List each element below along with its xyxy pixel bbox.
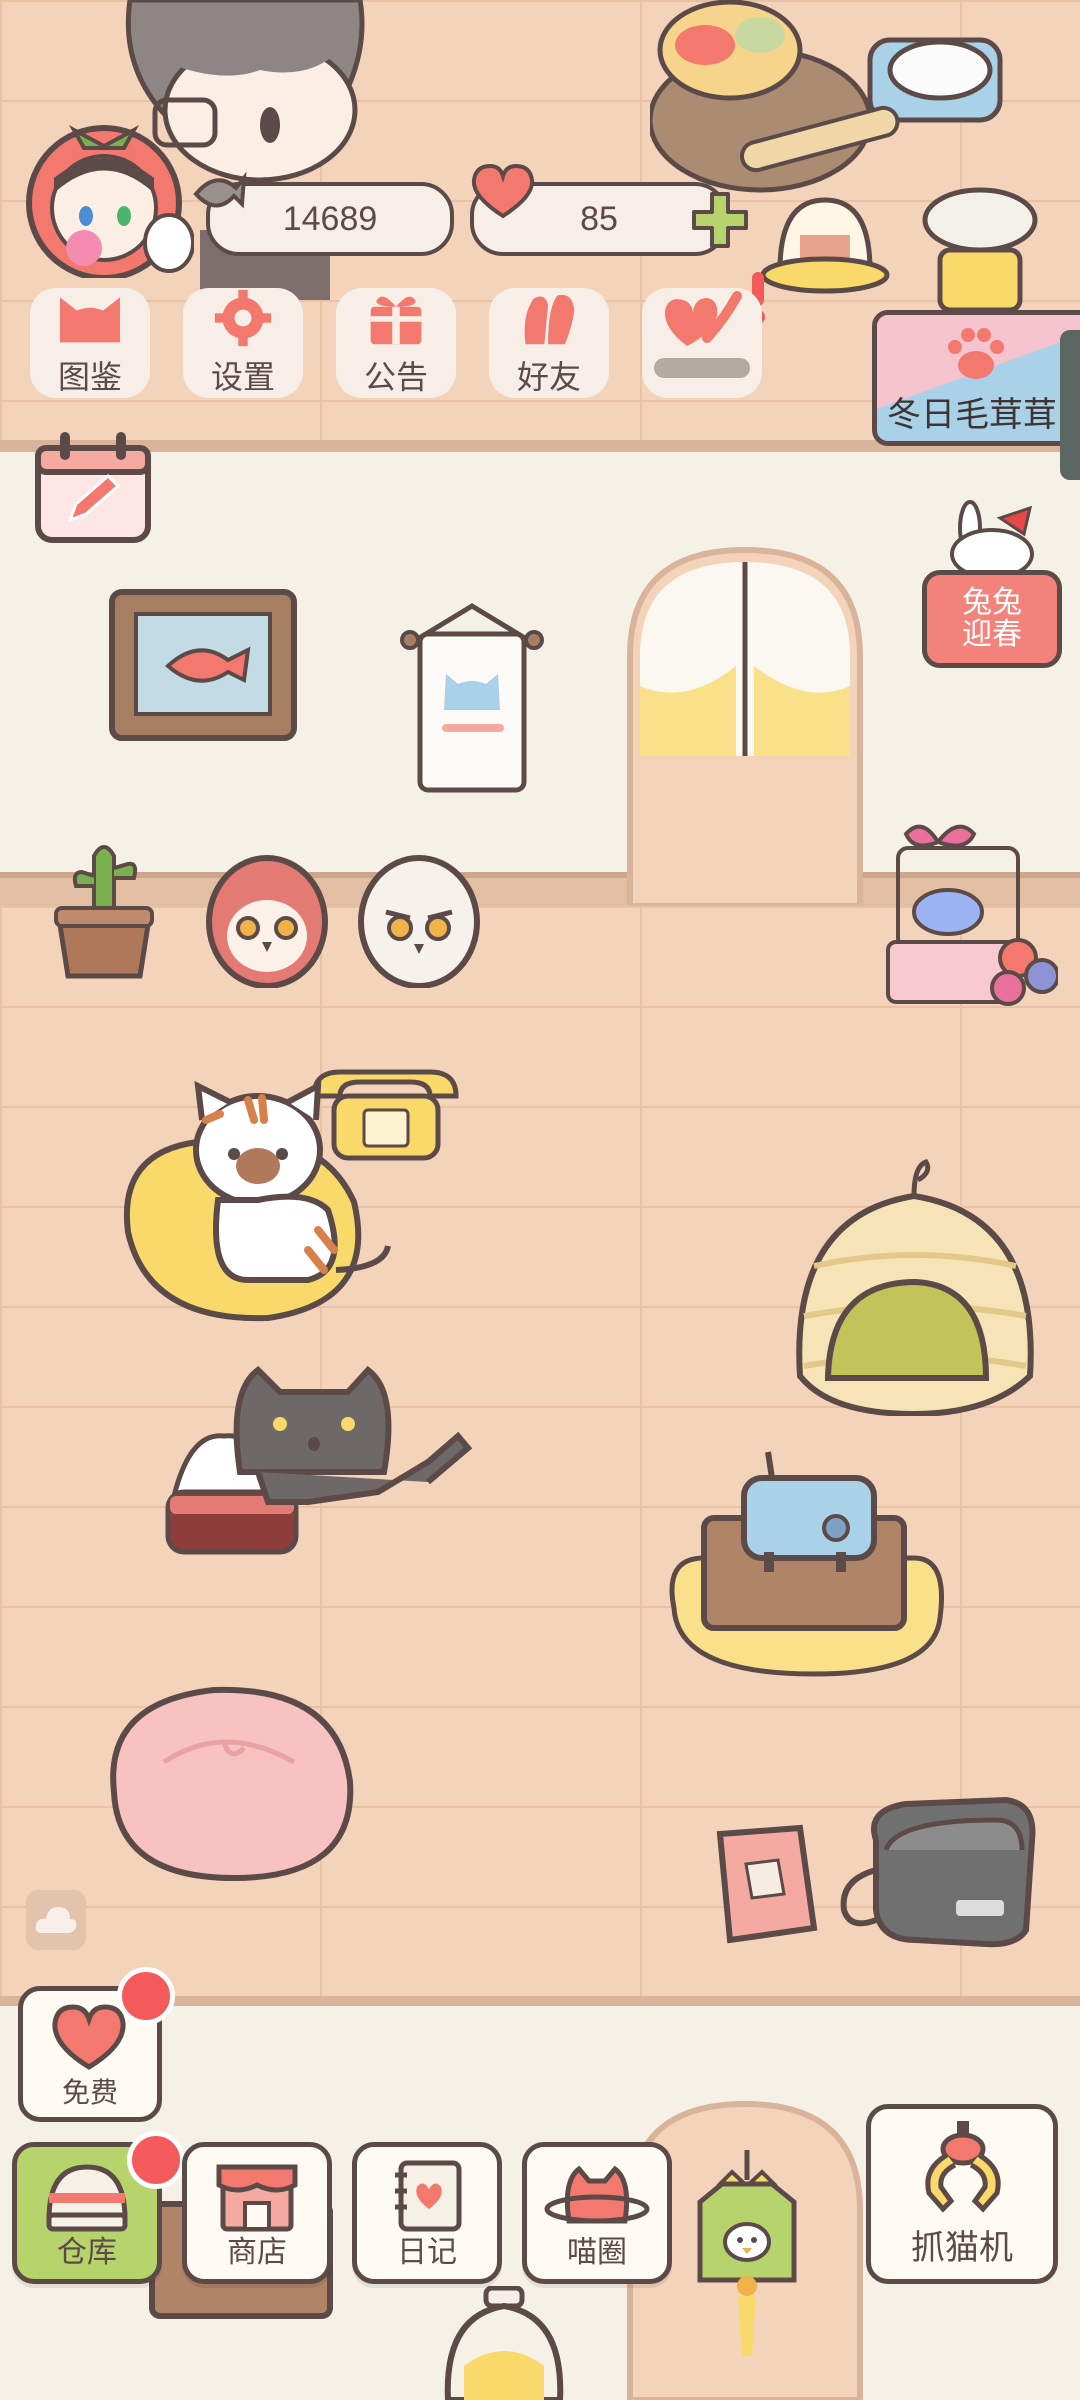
bunny-icon: [950, 500, 1034, 578]
curtained-doorway[interactable]: [626, 546, 864, 906]
menu-hearts-button[interactable]: [642, 288, 762, 398]
gift-icon: [370, 296, 422, 345]
claw-machine-label: 抓猫机: [911, 2229, 1013, 2267]
nav-shop-label: 商店: [227, 2236, 287, 2269]
menu-encyclopedia-button[interactable]: 图鉴: [30, 288, 150, 398]
shop-icon: [216, 2164, 298, 2232]
diary-icon: [395, 2160, 462, 2232]
coin-counter: 14689: [193, 171, 454, 256]
spring-event-line1: 兔兔: [962, 586, 1022, 619]
pink-diary-book[interactable]: [710, 1824, 822, 1944]
player-avatar[interactable]: [14, 108, 194, 278]
cat-planet-icon: [544, 2165, 650, 2224]
grey-cat[interactable]: [228, 1362, 478, 1512]
spring-event-sign: 兔兔 迎春: [922, 570, 1062, 668]
cat-head-icon: [60, 297, 120, 343]
kettle: [444, 2286, 564, 2400]
free-reward-label: 免费: [61, 2077, 118, 2108]
free-reward-button[interactable]: 免费: [18, 1967, 175, 2122]
calico-cat[interactable]: [158, 1080, 398, 1290]
hanging-cat-scroll[interactable]: [396, 600, 548, 796]
storage-icon: [46, 2164, 128, 2232]
nav-diary-button[interactable]: 日记: [352, 2142, 502, 2284]
free-reward-badge: [117, 1967, 175, 2025]
winter-event-banner[interactable]: 冬日毛茸茸: [872, 310, 1080, 446]
white-owl-daruma[interactable]: [356, 852, 482, 988]
calendar-pencil-icon: [35, 432, 151, 543]
claw-machine-button[interactable]: 抓猫机: [866, 2104, 1058, 2284]
gift-claw-box[interactable]: [878, 812, 1058, 1012]
menu-announcement-label: 公告: [363, 359, 428, 395]
nav-storage-label: 仓库: [57, 2236, 117, 2269]
coin-count: 14689: [282, 199, 378, 238]
cloud-icon: [35, 1907, 77, 1933]
winter-event-label: 冬日毛茸茸: [887, 396, 1057, 434]
nav-diary-label: 日记: [397, 2236, 457, 2269]
nav-shop-button[interactable]: 商店: [182, 2142, 332, 2284]
claw-icon: [925, 2121, 1001, 2213]
omamori-charm[interactable]: [692, 2150, 802, 2360]
paw-icon: [948, 328, 1004, 379]
nav-storage-button[interactable]: 仓库: [12, 2131, 185, 2284]
pink-bean-bag[interactable]: [104, 1682, 356, 1882]
hearts-progress-bar: [654, 358, 750, 378]
nav-storage-badge: [127, 2131, 185, 2189]
hearts-icon: [664, 291, 742, 346]
red-owl-daruma[interactable]: [204, 852, 330, 988]
edge-pull-handle[interactable]: [1060, 330, 1080, 480]
menu-announcement-button[interactable]: 公告: [336, 288, 456, 398]
beehive-cat-house[interactable]: [790, 1156, 1040, 1416]
calendar-edit-button[interactable]: [34, 430, 152, 544]
friends-icon: [524, 294, 575, 345]
spring-event-button[interactable]: 兔兔 迎春: [920, 498, 1062, 668]
menu-settings-button[interactable]: 设置: [183, 288, 303, 398]
menu-settings-label: 设置: [210, 359, 275, 395]
heart-icon: [471, 163, 535, 219]
fish-painting[interactable]: [108, 588, 298, 742]
heart-count: 85: [580, 199, 618, 238]
spring-event-line2: 迎春: [962, 618, 1022, 651]
menu-friends-button[interactable]: 好友: [489, 288, 609, 398]
gear-icon: [214, 289, 272, 347]
potted-cactus[interactable]: [54, 832, 154, 980]
menu-friends-label: 好友: [516, 359, 581, 395]
fish-icon: [193, 171, 247, 209]
heart-gift-icon: [52, 2004, 126, 2070]
projector-rug[interactable]: [664, 1448, 946, 1678]
grey-backpack[interactable]: [836, 1780, 1044, 1950]
menu-encyclopedia-label: 图鉴: [57, 359, 122, 395]
kitchen-decoration: [650, 0, 1038, 313]
cloud-toggle-button[interactable]: [26, 1890, 86, 1950]
nav-cat-circle-button[interactable]: 喵圈: [522, 2142, 672, 2284]
